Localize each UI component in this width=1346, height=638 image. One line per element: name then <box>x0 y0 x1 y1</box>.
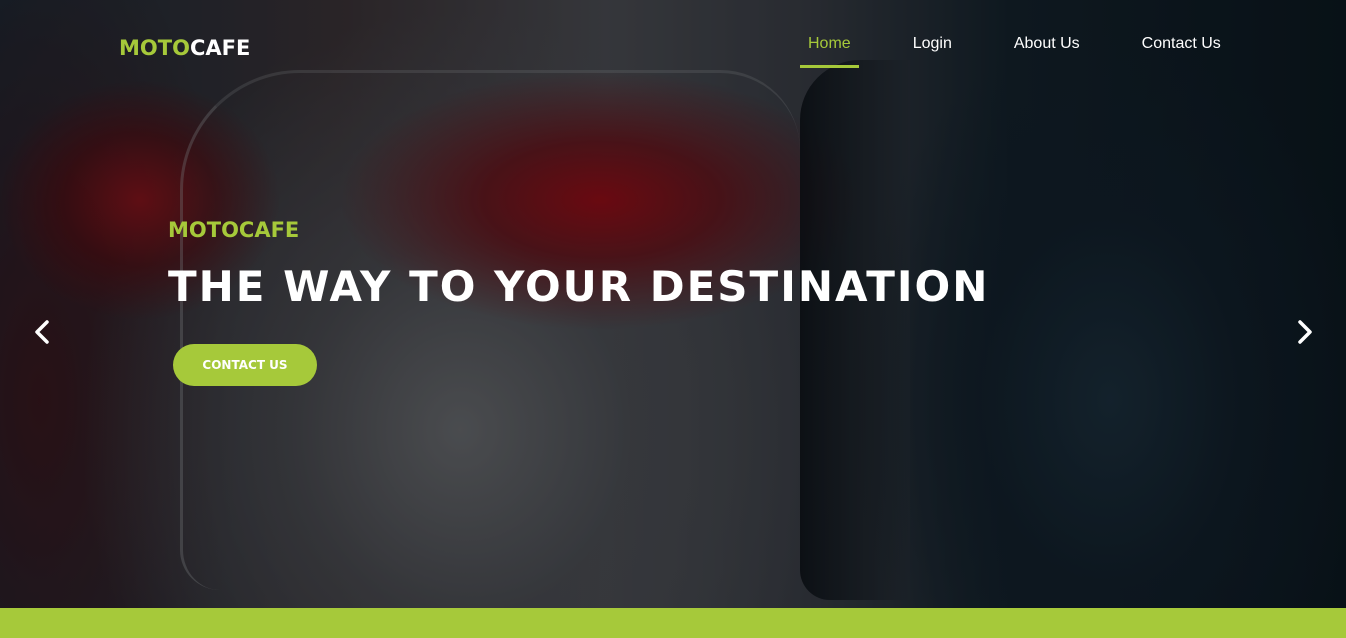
hero-headline: THE WAY TO YOUR DESTINATION <box>168 262 990 311</box>
hero-eyebrow: MOTOCAFE <box>168 218 300 242</box>
contact-us-button[interactable]: CONTACT US <box>173 344 317 386</box>
nav-item-home[interactable]: Home <box>800 34 859 68</box>
brand-logo-rest: CAFE <box>189 36 251 60</box>
main-menu: Home Login About Us Contact Us <box>800 34 1275 68</box>
carousel-prev-button[interactable] <box>27 316 57 348</box>
brand-logo[interactable]: MOTOCAFE <box>119 36 250 60</box>
chevron-right-icon <box>1298 320 1312 344</box>
chevron-left-icon <box>35 320 49 344</box>
bottom-accent-strip <box>0 608 1346 638</box>
carousel-next-button[interactable] <box>1290 316 1320 348</box>
nav-item-login[interactable]: Login <box>905 34 960 68</box>
nav-item-about-us[interactable]: About Us <box>1006 34 1088 68</box>
brand-logo-accent: MOTO <box>119 36 190 60</box>
top-navbar: MOTOCAFE Home Login About Us Contact Us <box>0 0 1346 90</box>
nav-item-contact-us[interactable]: Contact Us <box>1134 34 1229 68</box>
